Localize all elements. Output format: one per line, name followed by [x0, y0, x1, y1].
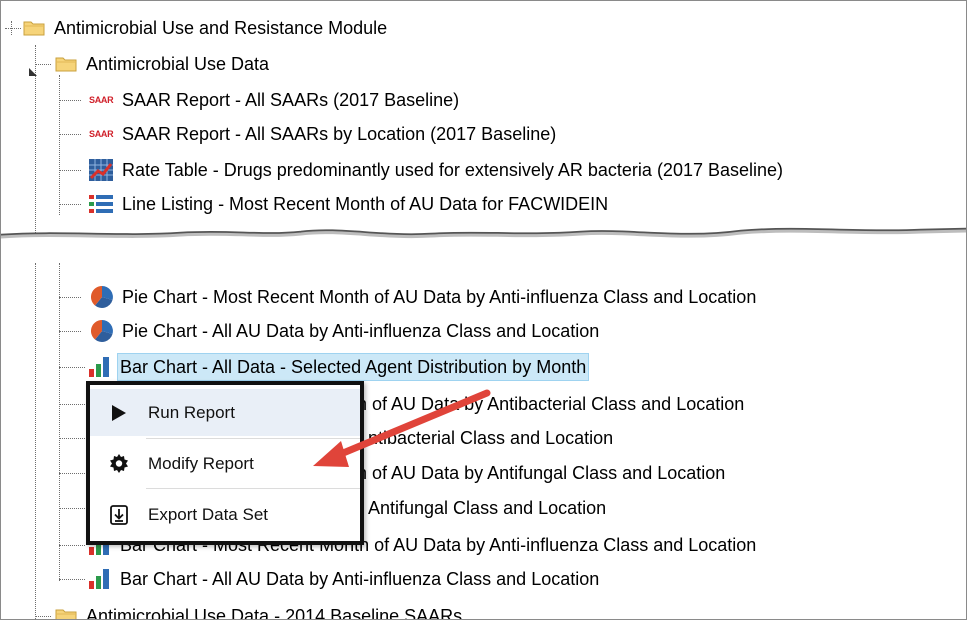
tree-line	[59, 297, 81, 298]
tree-item-label: SAAR Report - All SAARs (2017 Baseline)	[122, 90, 460, 110]
tree-node-2014-folder[interactable]: Antimicrobial Use Data - 2014 Baseline S…	[29, 599, 465, 620]
report-tree-panel: Antimicrobial Use and Resistance Module …	[0, 0, 967, 620]
rate-table-icon	[89, 159, 113, 181]
line-listing-icon	[89, 194, 113, 214]
menu-item-label: Export Data Set	[148, 504, 269, 524]
tree-line	[59, 204, 81, 205]
tree-line	[35, 64, 51, 65]
tree-item-pie-chart-all[interactable]: Pie Chart - All AU Data by Anti-influenz…	[59, 314, 602, 348]
tree-line	[35, 616, 51, 617]
context-menu: Run Report Modify Report Export Data Set	[86, 381, 364, 545]
tree-line	[59, 508, 85, 509]
tree-line	[35, 263, 36, 619]
saar-icon: SAAR	[89, 95, 114, 105]
folder-icon	[55, 56, 77, 72]
tree-item-label: Bar Chart - All AU Data by Anti-influenz…	[120, 569, 600, 589]
bar-chart-icon	[89, 357, 111, 377]
tree-item-label: Antifungal Class and Location	[368, 498, 607, 518]
tree-node-label: Antimicrobial Use Data	[86, 54, 270, 74]
tree-line	[59, 170, 81, 171]
tree-item-rate-table[interactable]: Rate Table - Drugs predominantly used fo…	[59, 153, 786, 187]
tree-node-label: Antimicrobial Use and Resistance Module	[54, 18, 388, 38]
tree-item-line-listing[interactable]: Line Listing - Most Recent Month of AU D…	[59, 187, 611, 221]
tree-item-saar-report-location[interactable]: SAAR SAAR Report - All SAARs by Location…	[59, 117, 559, 151]
tree-item-bar-chart-selected-agent[interactable]: Bar Chart - All Data - Selected Agent Di…	[59, 350, 590, 384]
tree-line	[59, 404, 85, 405]
bar-chart-icon	[89, 569, 111, 589]
tree-node-au-folder[interactable]: Antimicrobial Use Data	[29, 47, 272, 81]
torn-edge	[1, 227, 966, 261]
tree-node-root[interactable]: Antimicrobial Use and Resistance Module	[5, 11, 390, 45]
tree-item-label: ntibacterial Class and Location	[368, 428, 614, 448]
tree-line	[59, 367, 85, 368]
saar-icon: SAAR	[89, 129, 114, 139]
tree-line	[59, 473, 85, 474]
tree-line	[59, 438, 85, 439]
pie-chart-icon	[90, 286, 113, 308]
gear-icon	[90, 453, 148, 474]
tree-line	[59, 331, 81, 332]
play-icon	[90, 404, 148, 422]
tree-line	[59, 100, 81, 101]
tree-node-label: Antimicrobial Use Data - 2014 Baseline S…	[86, 606, 463, 620]
tree-item-label: onth of AU Data by Antifungal Class and …	[332, 463, 726, 483]
modify-report-menu-item[interactable]: Modify Report	[90, 440, 360, 487]
tree-item-label: Bar Chart - All Data - Selected Agent Di…	[117, 353, 590, 381]
run-report-menu-item[interactable]: Run Report	[90, 389, 360, 436]
tree-item-label: Rate Table - Drugs predominantly used fo…	[122, 160, 784, 180]
tree-line	[59, 579, 85, 580]
export-data-set-menu-item[interactable]: Export Data Set	[90, 491, 360, 538]
tree-item-label: SAAR Report - All SAARs by Location (201…	[122, 124, 557, 144]
menu-item-label: Modify Report	[148, 453, 254, 473]
export-icon	[90, 504, 148, 525]
tree-line	[59, 545, 85, 546]
tree-item-label: Line Listing - Most Recent Month of AU D…	[122, 194, 609, 214]
folder-icon	[23, 20, 45, 36]
folder-icon	[55, 608, 77, 619]
tree-item-label: onth of AU Data by Antibacterial Class a…	[332, 394, 745, 414]
tree-item-bar-chart-influenza-all[interactable]: Bar Chart - All AU Data by Anti-influenz…	[59, 562, 602, 596]
menu-divider	[146, 438, 360, 439]
tree-line	[59, 134, 81, 135]
menu-item-label: Run Report	[148, 402, 235, 422]
tree-item-label: Pie Chart - Most Recent Month of AU Data…	[122, 287, 757, 307]
tree-item-saar-report[interactable]: SAAR SAAR Report - All SAARs (2017 Basel…	[59, 83, 462, 117]
pie-chart-icon	[90, 320, 113, 342]
tree-line	[5, 28, 21, 29]
tree-item-label: Pie Chart - All AU Data by Anti-influenz…	[122, 321, 600, 341]
tree-item-pie-chart-recent[interactable]: Pie Chart - Most Recent Month of AU Data…	[59, 280, 759, 314]
menu-divider	[146, 488, 360, 489]
collapse-icon[interactable]	[29, 60, 37, 76]
